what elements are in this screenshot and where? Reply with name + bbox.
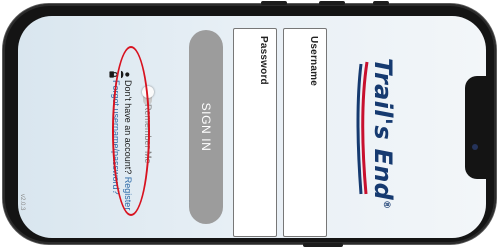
password-label: Password — [258, 36, 269, 85]
logo-name: Trail's End — [369, 58, 397, 201]
logo-trademark: ® — [381, 200, 391, 210]
camera-icon — [472, 144, 478, 150]
highlight-annotation — [112, 46, 150, 216]
sign-in-label: SIGN IN — [199, 102, 213, 152]
sign-in-button[interactable]: SIGN IN — [189, 30, 223, 224]
side-button — [373, 1, 389, 5]
side-button — [261, 1, 287, 5]
username-field[interactable] — [283, 28, 327, 237]
phone-notch — [465, 76, 486, 179]
side-button — [303, 243, 343, 247]
logo-swoosh — [356, 61, 369, 195]
side-button — [319, 1, 345, 5]
version-label: v2.0.3 — [19, 194, 25, 211]
username-label: Username — [308, 36, 319, 86]
phone-frame: Username Password SIGN IN Remember Me Do… — [3, 1, 496, 247]
app-screen: Username Password SIGN IN Remember Me Do… — [18, 16, 486, 238]
brand-logo: Trail's End® — [355, 54, 403, 209]
logo-text: Trail's End® — [369, 58, 397, 209]
password-field[interactable] — [233, 28, 277, 237]
